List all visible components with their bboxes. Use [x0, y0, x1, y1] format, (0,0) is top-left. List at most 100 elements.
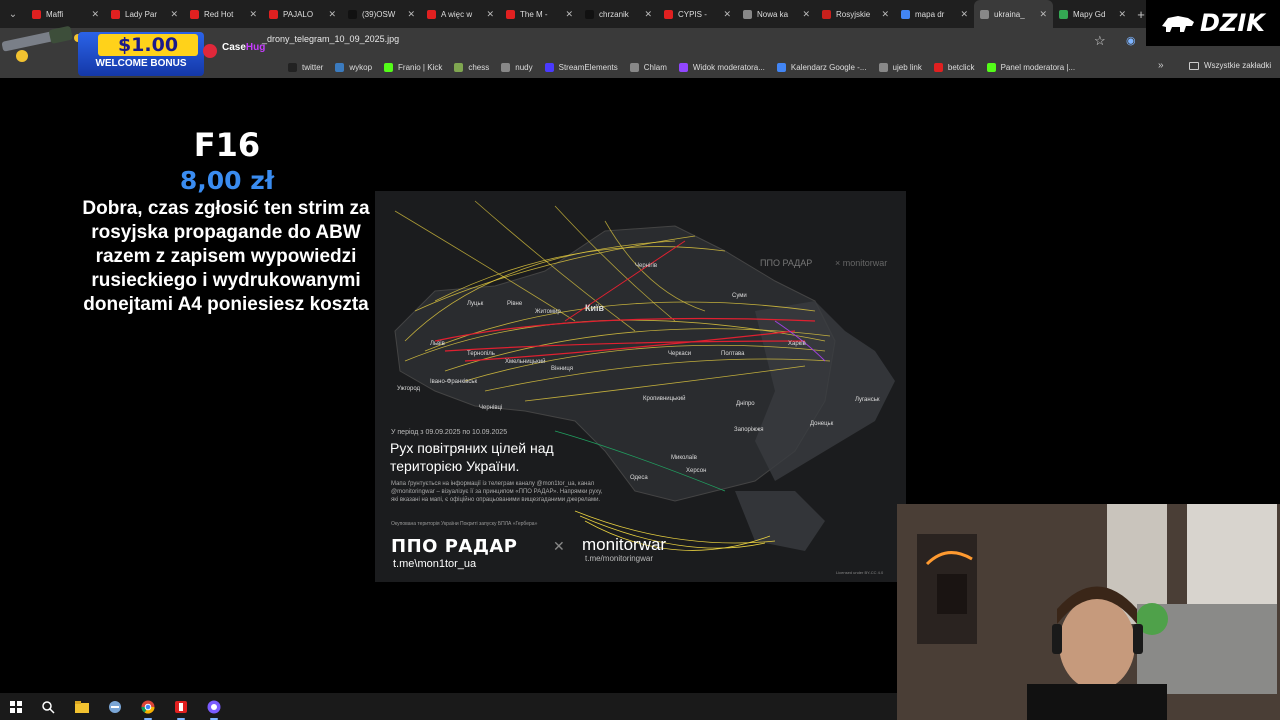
dzik-logo-text: DZIK: [1200, 9, 1265, 37]
bookmark-item[interactable]: Chlam: [629, 62, 667, 72]
tab-favicon-icon: [585, 9, 594, 19]
map-city-label: Черкаси: [668, 351, 692, 357]
browser-tab[interactable]: Rosyjskie ✕: [816, 0, 895, 28]
bookmark-label: betclick: [947, 62, 975, 72]
bookmark-favicon-icon: [629, 62, 639, 72]
start-icon[interactable]: [7, 698, 25, 716]
bookmark-favicon-icon: [878, 62, 888, 72]
tab-close-icon[interactable]: ✕: [802, 9, 810, 20]
bookmark-item[interactable]: ujeb link: [878, 62, 922, 72]
tab-favicon-icon: [901, 9, 910, 19]
bookmark-item[interactable]: chess: [454, 62, 490, 72]
browser-tab[interactable]: Mapy Gd ✕: [1053, 0, 1132, 28]
url-text[interactable]: _drony_telegram_10_09_2025.jpg: [262, 34, 399, 44]
bookmark-item[interactable]: Panel moderatora |...: [986, 62, 1075, 72]
all-bookmarks-button[interactable]: Wszystkie zakładki: [1189, 61, 1271, 70]
tab-label: (39)OSW: [362, 9, 396, 19]
monitorwar-link: t.me/monitoringwar: [585, 554, 654, 563]
map-city-label: Луцьк: [467, 301, 484, 307]
bookmark-label: chess: [468, 62, 490, 72]
screen: ⌄ Maffi ✕ Lady Par ✕ Red Hot ✕ PAJALO ✕ (39)OSW ✕…: [0, 0, 1280, 720]
tab-favicon-icon: [348, 9, 357, 19]
bookmark-item[interactable]: twitter: [288, 62, 324, 72]
map-city-label: Одеса: [630, 475, 648, 481]
all-bookmarks-label: Wszystkie zakładki: [1204, 61, 1272, 70]
tab-label: Nowa ka: [757, 9, 789, 19]
boar-icon: [1162, 16, 1194, 32]
tab-close-icon[interactable]: ✕: [644, 9, 652, 20]
tab-label: Rosyjskie: [836, 9, 871, 19]
media-cast-icon[interactable]: ◉: [1126, 34, 1136, 47]
taskbar: [0, 693, 897, 720]
bookmark-favicon-icon: [544, 62, 554, 72]
bookmark-item[interactable]: nudy: [501, 62, 533, 72]
map-city-label: Суми: [732, 293, 747, 299]
dzik-logo: DZIK: [1146, 0, 1280, 46]
browser-tab[interactable]: PAJALO ✕: [263, 0, 342, 28]
map-city-label: Рівне: [507, 301, 523, 307]
tab-label: A więc w: [441, 9, 473, 19]
map-city-label: Дніпро: [736, 401, 755, 407]
tab-favicon-icon: [506, 9, 515, 19]
watermark-monitorwar: × monitorwar: [835, 258, 888, 268]
map-title: Рух повітряних цілей над територією Укра…: [390, 440, 554, 474]
bookmark-item[interactable]: Kalendarz Google -...: [776, 62, 867, 72]
folder-icon: [1189, 61, 1199, 70]
browser-tab[interactable]: A więc w ✕: [421, 0, 500, 28]
browser-tab[interactable]: ukraina_ ✕: [974, 0, 1053, 28]
tab-close-icon[interactable]: ✕: [1118, 9, 1126, 20]
bookmark-item[interactable]: wykop: [335, 62, 372, 72]
map-city-label: Вінниця: [551, 366, 573, 372]
chrome-profile-icon[interactable]: [205, 698, 223, 720]
bookmark-favicon-icon: [501, 62, 511, 72]
bookmark-favicon-icon: [776, 62, 786, 72]
search-icon[interactable]: [39, 698, 57, 716]
tab-close-icon[interactable]: ✕: [1039, 9, 1047, 20]
app-icon[interactable]: [106, 698, 124, 716]
bookmark-favicon-icon: [986, 62, 996, 72]
bookmark-label: ujeb link: [892, 62, 922, 72]
map-city-label: Миколаїв: [671, 455, 697, 461]
bookmark-label: Widok moderatora...: [692, 62, 765, 72]
bookmark-item[interactable]: StreamElements: [544, 62, 618, 72]
collab-x: ✕: [553, 538, 565, 554]
bookmark-item[interactable]: betclick: [933, 62, 975, 72]
tab-label: The M -: [520, 9, 548, 19]
tab-close-icon[interactable]: ✕: [723, 9, 731, 20]
map-city-label: Харків: [788, 341, 806, 347]
bookmark-star-icon[interactable]: ☆: [1094, 33, 1106, 49]
bookmark-item[interactable]: Widok moderatora...: [678, 62, 765, 72]
tab-label: ukraina_: [994, 9, 1025, 19]
tab-close-icon[interactable]: ✕: [960, 9, 968, 20]
browser-tab[interactable]: chrzanik ✕: [579, 0, 658, 28]
browser-tab[interactable]: The M - ✕: [500, 0, 579, 28]
tab-close-icon[interactable]: ✕: [328, 9, 336, 20]
bookmark-label: twitter: [302, 62, 324, 72]
bookmark-label: nudy: [515, 62, 533, 72]
map-city-label: Івано-Франківськ: [430, 379, 478, 385]
file-explorer-icon[interactable]: [73, 698, 91, 716]
media-icon[interactable]: [172, 698, 190, 720]
bookmark-favicon-icon: [454, 62, 464, 72]
bookmark-item[interactable]: Franio | Kick: [384, 62, 442, 72]
map-city-label: Ужгород: [397, 386, 421, 392]
tab-close-icon[interactable]: ✕: [565, 9, 573, 20]
tab-close-icon[interactable]: ✕: [486, 9, 494, 20]
webcam-feed: [897, 504, 1280, 720]
bookmark-favicon-icon: [384, 62, 394, 72]
browser-tab[interactable]: (39)OSW ✕: [342, 0, 421, 28]
bookmarks-overflow-button[interactable]: »: [1158, 60, 1164, 71]
monitorwar-brand: monitorwar: [582, 535, 667, 554]
tab-close-icon[interactable]: ✕: [881, 9, 889, 20]
map-city-label: Запоріжжя: [734, 427, 764, 433]
browser-tab[interactable]: CYPIS - ✕: [658, 0, 737, 28]
ppo-radar-brand: ППО РАДАР: [391, 536, 518, 557]
bookmark-favicon-icon: [678, 62, 688, 72]
browser-tab[interactable]: Nowa ka ✕: [737, 0, 816, 28]
chrome-icon[interactable]: [139, 698, 157, 720]
tab-label: Mapy Gd: [1073, 9, 1106, 19]
browser-tab[interactable]: mapa dr ✕: [895, 0, 974, 28]
tab-close-icon[interactable]: ✕: [407, 9, 415, 20]
map-legend: Окупована територія України Покриті запу…: [391, 521, 538, 527]
tab-favicon-icon: [743, 9, 752, 19]
